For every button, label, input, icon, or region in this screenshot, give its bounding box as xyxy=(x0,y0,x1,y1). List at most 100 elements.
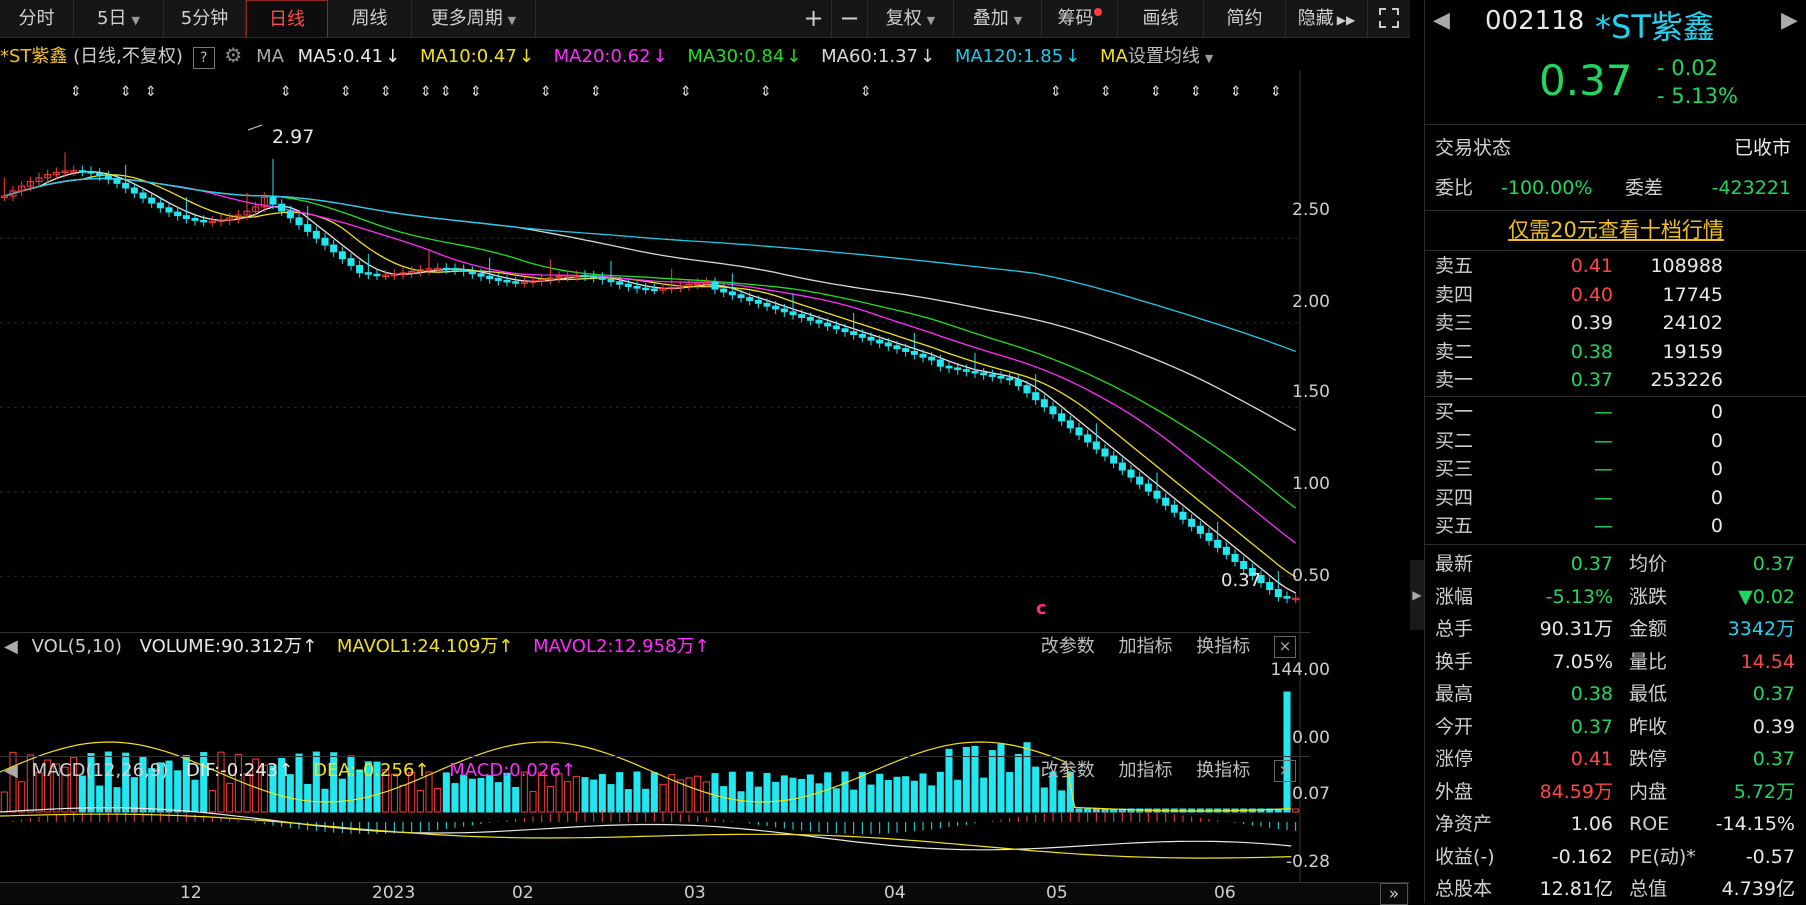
scroll-right-icon[interactable]: » xyxy=(1380,883,1408,905)
event-flag-icon: ⇕ xyxy=(420,84,432,100)
event-flag-icon: ⇕ xyxy=(120,84,132,100)
level2-promo-link[interactable]: 仅需20元查看十档行情 xyxy=(1425,214,1806,244)
tab-weekly[interactable]: 周线 xyxy=(328,0,412,37)
candle-body xyxy=(763,302,771,307)
candle-body xyxy=(1214,539,1222,548)
candle-body xyxy=(356,264,364,274)
ma-more: MA xyxy=(1099,46,1128,67)
event-flag-icon: ⇕ xyxy=(590,84,602,100)
tab-more-periods[interactable]: 更多周期 ▼ xyxy=(412,0,536,37)
next-stock-icon[interactable]: ▶ xyxy=(1781,8,1798,33)
chevron-down-icon: ▼ xyxy=(1204,52,1214,65)
stat-label: 外盘 xyxy=(1435,780,1474,803)
order-level: 买四 xyxy=(1435,486,1474,509)
collapse-icon[interactable]: ◀ xyxy=(4,760,18,781)
swap-indicator-button[interactable]: 换指标 xyxy=(1196,760,1250,781)
tab-intraday[interactable]: 分时 xyxy=(0,0,74,37)
volume-bar xyxy=(832,788,840,813)
order-volume: 108988 xyxy=(1650,255,1723,277)
collapse-icon[interactable]: ◀ xyxy=(4,636,18,657)
event-flag-icon: ⇕ xyxy=(1050,84,1062,100)
candle-body xyxy=(1049,406,1057,415)
candle-body xyxy=(269,196,277,205)
weicha-value: -423221 xyxy=(1711,177,1791,199)
change-params-button[interactable]: 改参数 xyxy=(1041,760,1095,781)
order-level: 卖一 xyxy=(1435,369,1474,391)
draw-line-button[interactable]: 画线 xyxy=(1118,0,1204,37)
volume-bar xyxy=(1058,790,1066,813)
down-arrow-icon: ↓ xyxy=(1065,46,1081,67)
order-level: 卖四 xyxy=(1435,283,1474,306)
volume-value: VOLUME:90.312万 xyxy=(139,636,303,657)
ma30-line xyxy=(4,177,1297,509)
stat-label: 内盘 xyxy=(1629,780,1668,803)
candle-body xyxy=(1136,476,1144,485)
stat-row: 涨停 0.41 跌停 0.37 xyxy=(1433,745,1799,773)
volume-bar xyxy=(867,784,875,813)
add-indicator-button[interactable]: 加指标 xyxy=(1119,760,1173,781)
candle-body xyxy=(460,269,468,272)
volume-bar xyxy=(304,783,312,813)
stat-value: 0.38 xyxy=(1570,683,1613,705)
volume-bar xyxy=(754,786,762,813)
trade-status-label: 交易状态 xyxy=(1435,137,1512,159)
candle-body xyxy=(373,273,381,277)
stat-value: 14.54 xyxy=(1740,650,1795,673)
volume-bar xyxy=(659,783,667,813)
macd-tick: 0.07 xyxy=(1292,784,1330,804)
candle-body xyxy=(364,272,372,275)
zoom-out-button[interactable]: − xyxy=(832,0,868,37)
close-icon[interactable]: × xyxy=(1274,760,1296,782)
simple-button[interactable]: 简约 xyxy=(1204,0,1286,37)
zoom-in-button[interactable]: + xyxy=(796,0,832,37)
stat-value: 0.39 xyxy=(1752,715,1795,738)
up-arrow-icon: ↑ xyxy=(278,760,294,781)
weibi-value: -100.00% xyxy=(1501,177,1593,199)
gear-icon[interactable]: ⚙ xyxy=(224,43,242,67)
event-flag-icon: ⇕ xyxy=(1150,84,1162,100)
order-level: 卖五 xyxy=(1435,255,1474,277)
volume-bar xyxy=(720,786,728,813)
prev-stock-icon[interactable]: ◀ xyxy=(1433,8,1450,33)
stat-label: 跌停 xyxy=(1629,748,1668,770)
candle-body xyxy=(512,281,520,284)
add-indicator-button[interactable]: 加指标 xyxy=(1119,636,1173,657)
order-level: 卖二 xyxy=(1435,340,1474,363)
candle-body xyxy=(754,299,762,304)
change-params-button[interactable]: 改参数 xyxy=(1041,636,1095,657)
event-flag-icon: ⇕ xyxy=(70,84,82,100)
order-price: 0.37 xyxy=(1570,369,1613,391)
volume-bar xyxy=(512,786,520,813)
adjust-button[interactable]: 复权 ▼ xyxy=(868,0,954,37)
fullscreen-icon[interactable] xyxy=(1368,0,1410,37)
event-flag-icon: ⇕ xyxy=(1190,84,1202,100)
stat-value: 84.59万 xyxy=(1539,780,1613,803)
volume-panel-buttons: 改参数 加指标 换指标 × xyxy=(1023,633,1296,661)
tab-daily[interactable]: 日线 xyxy=(246,0,328,37)
candle-body xyxy=(1170,504,1178,513)
ma-settings-button[interactable]: 设置均线 xyxy=(1128,46,1200,67)
help-button[interactable]: ? xyxy=(192,47,215,69)
candle-body xyxy=(876,339,884,344)
tab-5min[interactable]: 5分钟 xyxy=(164,0,246,37)
candle-body xyxy=(936,359,944,367)
swap-indicator-button[interactable]: 换指标 xyxy=(1196,636,1250,657)
stat-label: 量比 xyxy=(1629,650,1668,673)
hide-button[interactable]: 隐藏 ▶▶ xyxy=(1286,0,1368,37)
chips-button[interactable]: 筹码 xyxy=(1042,0,1118,37)
weibi-label: 委比 xyxy=(1435,177,1474,199)
candle-body xyxy=(1222,546,1230,555)
tab-5day[interactable]: 5日 ▼ xyxy=(74,0,164,37)
event-marker[interactable]: c xyxy=(1036,598,1047,619)
sidebar-toggle[interactable]: ▶ xyxy=(1410,560,1424,630)
ma-legend: *ST紫鑫 (日线,不复权) ? ⚙ MA MA5:0.41 ↓ MA10:0.4… xyxy=(0,42,1214,69)
stat-value: -5.13% xyxy=(1545,585,1613,608)
stat-row: 最新 0.37 均价 0.37 xyxy=(1433,550,1799,578)
stat-row: 最高 0.38 最低 0.37 xyxy=(1433,680,1799,708)
volume-bar xyxy=(434,787,442,813)
ma20-value: MA20:0.62 xyxy=(553,46,651,67)
close-icon[interactable]: × xyxy=(1274,636,1296,658)
candle-body xyxy=(997,375,1005,379)
event-flag-icon: ⇕ xyxy=(1230,84,1242,100)
overlay-button[interactable]: 叠加 ▼ xyxy=(954,0,1042,37)
